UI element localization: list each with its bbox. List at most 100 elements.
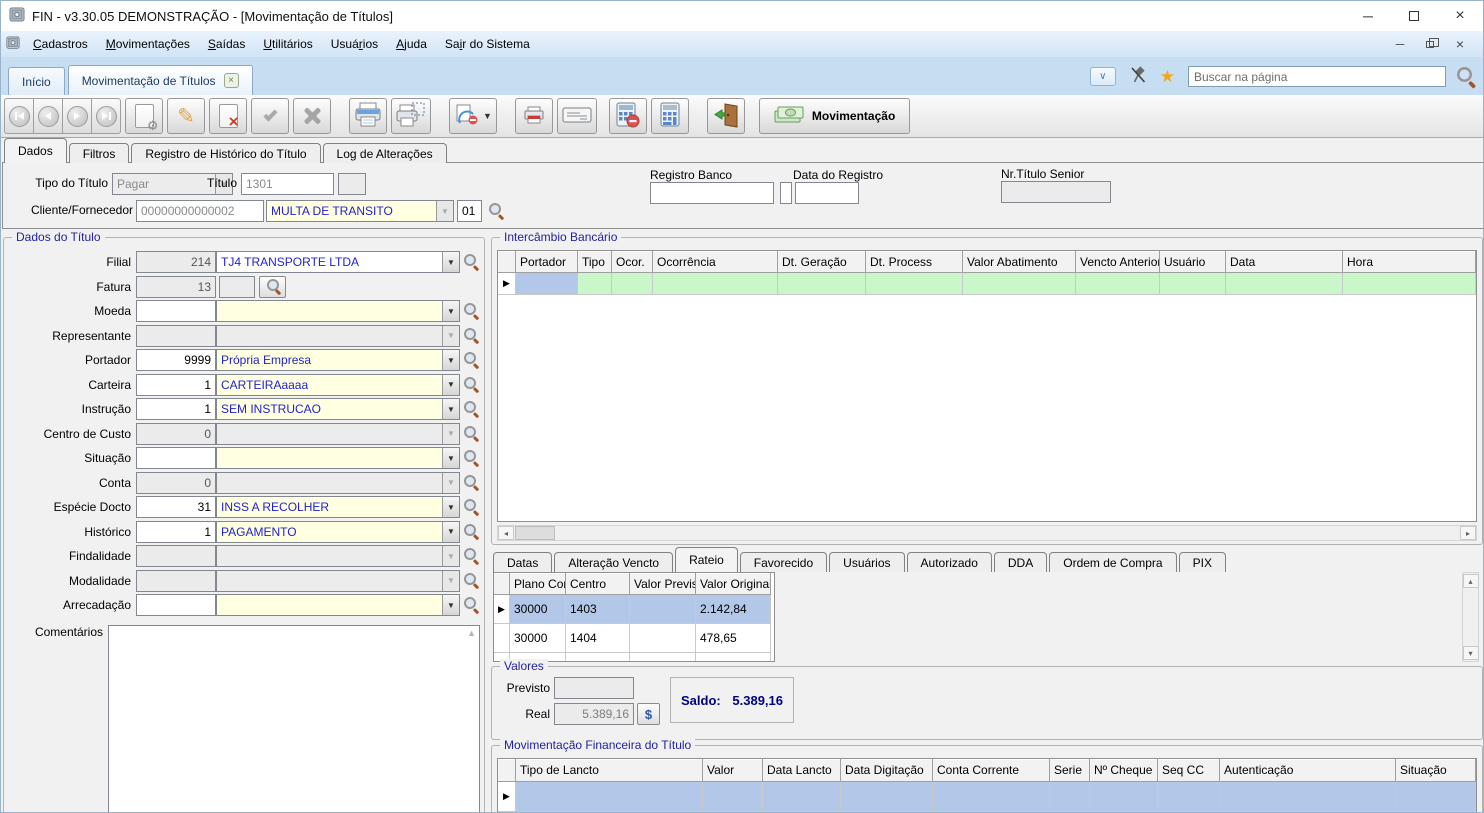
tab-alteracao-vencto[interactable]: Alteração Vencto: [554, 552, 673, 572]
remove-calculation-button[interactable]: [609, 98, 647, 134]
column-header-serie[interactable]: Serie: [1050, 759, 1090, 782]
scroll-down-button[interactable]: ▾: [1463, 646, 1479, 660]
magnifier-icon[interactable]: [464, 524, 480, 540]
mdi-minimize-button[interactable]: ─: [1388, 35, 1412, 53]
column-header-hora[interactable]: Hora: [1343, 251, 1476, 273]
chevron-down-icon[interactable]: ▼: [442, 350, 459, 370]
magnifier-icon[interactable]: [464, 499, 480, 515]
magnifier-icon[interactable]: [464, 597, 480, 613]
tab-dados[interactable]: Dados: [4, 138, 67, 163]
column-header-valor[interactable]: Valor: [703, 759, 763, 782]
table-row[interactable]: ▶: [498, 782, 1476, 812]
tab-rateio[interactable]: Rateio: [675, 547, 738, 572]
magnifier-icon[interactable]: [464, 426, 480, 442]
confirm-button[interactable]: [251, 98, 289, 134]
column-header-dt-geracao[interactable]: Dt. Geração: [778, 251, 866, 273]
tab-registro-de-historico-do-titulo[interactable]: Registro de Histórico do Título: [131, 143, 320, 163]
tab-movimentacao-de-titulos[interactable]: Movimentação de Títulos ×: [68, 65, 253, 95]
minimize-button[interactable]: ─: [1345, 1, 1391, 31]
column-header-seq-cc[interactable]: Seq CC: [1158, 759, 1220, 782]
situacao-code-input[interactable]: [136, 447, 216, 469]
column-header-data-digitacao[interactable]: Data Digitação: [841, 759, 933, 782]
column-header-portador[interactable]: Portador: [516, 251, 578, 273]
column-header-valor-previsao[interactable]: Valor Previsão: [630, 573, 696, 595]
chevron-down-icon[interactable]: ▼: [436, 201, 453, 221]
situacao-combo[interactable]: ▼: [216, 447, 460, 469]
magnifier-icon[interactable]: [464, 450, 480, 466]
column-header-ocorrencia[interactable]: Ocorrência: [653, 251, 778, 273]
chevron-down-icon[interactable]: ▼: [442, 497, 459, 517]
search-icon[interactable]: [1457, 67, 1477, 87]
exit-button[interactable]: [707, 98, 745, 134]
filial-combo[interactable]: TJ4 TRANSPORTE LTDA▼: [216, 251, 460, 273]
menu-item-ajuda[interactable]: Ajuda: [387, 34, 436, 54]
first-record-button[interactable]: [4, 98, 34, 134]
mdi-close-button[interactable]: ×: [1448, 35, 1472, 53]
moeda-combo[interactable]: ▼: [216, 300, 460, 322]
dollar-button[interactable]: $: [637, 703, 660, 725]
cliente-seq-input[interactable]: 01: [457, 200, 482, 222]
maximize-button[interactable]: [1391, 1, 1437, 31]
column-header-n-cheque[interactable]: Nº Cheque: [1090, 759, 1158, 782]
moeda-code-input[interactable]: [136, 300, 216, 322]
column-header-tipo[interactable]: Tipo: [578, 251, 612, 273]
menu-item-sair-do-sistema[interactable]: Sair do Sistema: [436, 34, 539, 54]
search-input[interactable]: [1188, 66, 1446, 87]
magnifier-icon[interactable]: [464, 303, 480, 319]
print-receipt-button[interactable]: [515, 98, 553, 134]
table-row[interactable]: 300001404478,65: [494, 624, 774, 653]
magnifier-icon[interactable]: [464, 328, 480, 344]
comentarios-textarea[interactable]: ▲: [108, 625, 480, 813]
next-record-button[interactable]: [62, 98, 92, 134]
instrucao-code-input[interactable]: 1: [136, 398, 216, 420]
fatura-search-button[interactable]: [259, 276, 286, 298]
scroll-left-button[interactable]: ◂: [498, 526, 514, 540]
column-header-autenticacao[interactable]: Autenticação: [1220, 759, 1396, 782]
column-header-centro[interactable]: Centro: [566, 573, 630, 595]
magnifier-icon[interactable]: [464, 254, 480, 270]
menu-item-cadastros[interactable]: Cadastros: [24, 34, 97, 54]
column-header-vencto-anterior[interactable]: Vencto Anterior: [1076, 251, 1160, 273]
favorite-star-icon[interactable]: ★: [1160, 68, 1175, 85]
chevron-down-icon[interactable]: ▼: [442, 595, 459, 615]
print-preview-button[interactable]: [391, 98, 431, 134]
column-header-usuario[interactable]: Usuário: [1160, 251, 1226, 273]
magnifier-icon[interactable]: [489, 203, 505, 219]
column-header-conta-corrente[interactable]: Conta Corrente: [933, 759, 1050, 782]
calculator-button[interactable]: [651, 98, 689, 134]
tab-inicio[interactable]: Início: [8, 67, 65, 95]
chevron-down-icon[interactable]: ▼: [442, 522, 459, 542]
magnifier-icon[interactable]: [464, 401, 480, 417]
new-record-button[interactable]: [125, 98, 163, 134]
data-do-registro-input[interactable]: [795, 182, 859, 204]
table-row[interactable]: ▶: [498, 273, 1476, 295]
tab-filtros[interactable]: Filtros: [69, 143, 130, 163]
print-button[interactable]: [349, 98, 387, 134]
menu-item-saidas[interactable]: Saídas: [199, 34, 254, 54]
instrucao-combo[interactable]: SEM INSTRUCAO▼: [216, 398, 460, 420]
chevron-down-icon[interactable]: ▼: [442, 448, 459, 468]
tab-log-de-alteracoes[interactable]: Log de Alterações: [323, 143, 447, 163]
mdi-restore-button[interactable]: [1418, 35, 1442, 53]
magnifier-icon[interactable]: [464, 475, 480, 491]
column-header-ocor[interactable]: Ocor.: [612, 251, 653, 273]
column-header-plano-conta[interactable]: Plano Conta: [510, 573, 566, 595]
tab-dda[interactable]: DDA: [994, 552, 1047, 572]
chevron-down-icon[interactable]: ▼: [442, 301, 459, 321]
column-header-data[interactable]: Data: [1226, 251, 1343, 273]
tab-pix[interactable]: PIX: [1179, 552, 1226, 572]
tab-favorecido[interactable]: Favorecido: [740, 552, 827, 572]
column-header-data-lancto[interactable]: Data Lancto: [763, 759, 841, 782]
arrecadacao-combo[interactable]: ▼: [216, 594, 460, 616]
arrecadacao-code-input[interactable]: [136, 594, 216, 616]
scroll-up-button[interactable]: ▴: [1463, 574, 1479, 588]
column-header-situacao[interactable]: Situação: [1396, 759, 1476, 782]
especie-docto-code-input[interactable]: 31: [136, 496, 216, 518]
scrollbar-thumb[interactable]: [515, 526, 555, 540]
tab-ordem-de-compra[interactable]: Ordem de Compra: [1049, 552, 1176, 572]
tab-usuarios[interactable]: Usuários: [829, 552, 904, 572]
edit-record-button[interactable]: ✎: [167, 98, 205, 134]
cliente-fornecedor-code-input[interactable]: 00000000000002: [136, 200, 264, 222]
last-record-button[interactable]: [91, 98, 121, 134]
chevron-down-icon[interactable]: ∨: [1090, 67, 1116, 86]
